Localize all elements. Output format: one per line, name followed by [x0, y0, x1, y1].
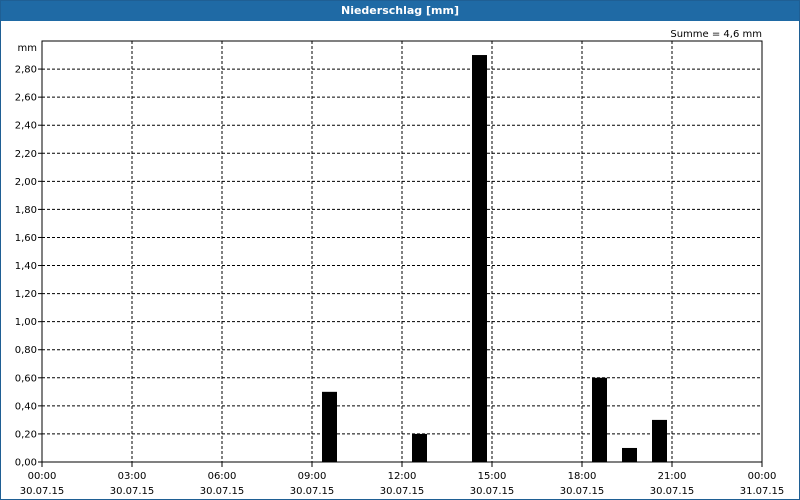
chart-title: Niederschlag [mm] — [1, 1, 799, 21]
x-tick-date-label: 30.07.15 — [290, 486, 335, 497]
bar — [651, 419, 667, 462]
bar — [591, 377, 607, 462]
y-tick-label: 1,40 — [15, 261, 37, 272]
y-tick-label: 2,40 — [15, 121, 37, 132]
x-tick-time-label: 06:00 — [208, 471, 237, 482]
x-tick-time-label: 00:00 — [28, 471, 57, 482]
y-tick-label: 0,40 — [15, 401, 37, 412]
x-tick-time-label: 15:00 — [478, 471, 507, 482]
x-tick-date-label: 31.07.15 — [740, 486, 785, 497]
x-tick-date-label: 30.07.15 — [380, 486, 425, 497]
x-tick-time-label: 03:00 — [118, 471, 147, 482]
x-tick-time-label: 00:00 — [748, 471, 777, 482]
x-tick-date-label: 30.07.15 — [560, 486, 605, 497]
x-tick-date-label: 30.07.15 — [20, 486, 65, 497]
x-tick-time-label: 21:00 — [658, 471, 687, 482]
y-tick-label: 1,80 — [15, 205, 37, 216]
sum-annotation: Summe = 4,6 mm — [670, 29, 762, 40]
y-tick-label: 2,20 — [15, 149, 37, 160]
x-tick-time-label: 18:00 — [568, 471, 597, 482]
y-tick-label: 0,80 — [15, 345, 37, 356]
chart-window: Niederschlag [mm] 0,00 0,20 0,40 0,60 0,80 1,… — [0, 0, 800, 500]
x-tick-time-label: 09:00 — [298, 471, 327, 482]
precipitation-chart: 0,00 0,20 0,40 0,60 0,80 1,00 1,20 1,40 1,60 1,80… — [15, 29, 785, 497]
y-tick-label: 1,60 — [15, 233, 37, 244]
bar — [471, 55, 487, 463]
x-tick-date-label: 30.07.15 — [200, 486, 245, 497]
bar — [321, 391, 337, 462]
y-tick-label: 2,00 — [15, 177, 37, 188]
y-tick-label: 0,20 — [15, 429, 37, 440]
x-tick-date-label: 30.07.15 — [650, 486, 695, 497]
x-tick-date-label: 30.07.15 — [110, 486, 155, 497]
x-tick-date-label: 30.07.15 — [470, 486, 515, 497]
y-tick-label: 2,80 — [15, 65, 37, 76]
y-tick-label: 1,20 — [15, 289, 37, 300]
y-tick-label: 0,00 — [15, 458, 37, 469]
y-tick-label: 1,00 — [15, 317, 37, 328]
bar — [621, 447, 637, 462]
y-axis-unit-label: mm — [18, 43, 37, 54]
y-tick-label: 2,60 — [15, 93, 37, 104]
bar — [411, 433, 427, 462]
x-tick-time-label: 12:00 — [388, 471, 417, 482]
y-tick-label: 0,60 — [15, 373, 37, 384]
